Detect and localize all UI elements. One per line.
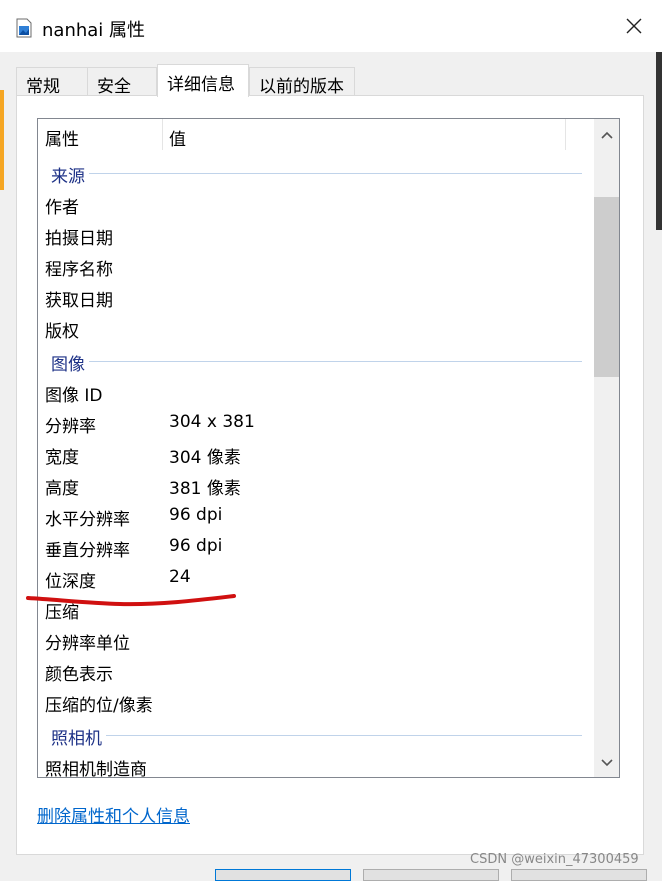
property-value: 381 像素 (169, 479, 241, 499)
tab-previous-versions[interactable]: 以前的版本 (249, 67, 355, 97)
property-name: 照相机制造商 (45, 760, 147, 778)
property-name: 宽度 (45, 448, 79, 468)
ok-button[interactable] (215, 869, 351, 881)
group-header-image[interactable]: 图像 (38, 346, 594, 377)
property-name: 版权 (45, 322, 79, 342)
cancel-button[interactable] (363, 869, 499, 881)
scroll-thumb[interactable] (594, 197, 619, 377)
column-header-value[interactable]: 值 (169, 125, 186, 150)
list-item[interactable]: 高度 381 像素 (38, 470, 594, 501)
title-bar: nanhai 属性 (0, 0, 662, 52)
property-name: 拍摄日期 (45, 229, 113, 249)
group-header-camera[interactable]: 照相机 (38, 720, 594, 751)
window-title: nanhai 属性 (42, 20, 146, 41)
list-item[interactable]: 分辨率单位 (38, 625, 594, 656)
background-window-edge (0, 52, 4, 190)
column-divider[interactable] (565, 119, 566, 150)
property-name: 获取日期 (45, 291, 113, 311)
property-list[interactable]: 属性 值 来源 作者 拍摄日期 程序名称 获取日期 版权 图像 图像 ID 分辨… (37, 118, 620, 778)
group-divider (51, 735, 582, 736)
tab-security[interactable]: 安全 (87, 67, 157, 97)
background-window-edge-right (656, 52, 662, 230)
property-value: 96 dpi (169, 536, 223, 556)
property-name: 作者 (45, 198, 79, 218)
tab-label: 安全 (97, 77, 131, 97)
column-header-property[interactable]: 属性 (45, 125, 79, 150)
property-name: 位深度 (45, 572, 96, 592)
property-value: 304 x 381 (169, 412, 255, 432)
group-divider (51, 173, 582, 174)
list-item[interactable]: 照相机制造商 (38, 751, 594, 778)
property-name: 水平分辨率 (45, 510, 130, 530)
list-item[interactable]: 宽度 304 像素 (38, 439, 594, 470)
apply-button[interactable] (511, 869, 647, 881)
list-item[interactable]: 分辨率 304 x 381 (38, 408, 594, 439)
column-divider[interactable] (162, 119, 163, 150)
property-name: 高度 (45, 479, 79, 499)
property-name: 分辨率 (45, 417, 96, 437)
group-divider (51, 361, 582, 362)
group-label: 照相机 (51, 724, 106, 749)
property-name: 颜色表示 (45, 665, 113, 685)
image-file-icon (16, 18, 32, 38)
list-item[interactable]: 水平分辨率 96 dpi (38, 501, 594, 532)
remove-properties-link[interactable]: 删除属性和个人信息 (37, 802, 190, 827)
watermark: CSDN @weixin_47300459 (470, 852, 639, 867)
list-item[interactable]: 作者 (38, 189, 594, 220)
close-button[interactable] (612, 12, 656, 44)
property-value: 304 像素 (169, 448, 241, 468)
group-label: 图像 (51, 350, 89, 375)
list-header: 属性 值 (38, 119, 594, 150)
chevron-up-icon (600, 125, 614, 144)
chevron-down-icon (600, 753, 614, 772)
list-item[interactable]: 颜色表示 (38, 656, 594, 687)
scroll-down-button[interactable] (594, 747, 619, 777)
property-value: 24 (169, 567, 191, 587)
scroll-up-button[interactable] (594, 119, 619, 149)
group-header-source[interactable]: 来源 (38, 158, 594, 189)
tab-details[interactable]: 详细信息 (157, 64, 249, 97)
list-item[interactable]: 垂直分辨率 96 dpi (38, 532, 594, 563)
list-item[interactable]: 图像 ID (38, 377, 594, 408)
property-name: 压缩的位/像素 (45, 696, 153, 716)
list-item[interactable]: 程序名称 (38, 251, 594, 282)
tab-label: 以前的版本 (259, 77, 344, 97)
property-name: 图像 ID (45, 386, 103, 406)
property-name: 垂直分辨率 (45, 541, 130, 561)
list-item[interactable]: 获取日期 (38, 282, 594, 313)
property-name: 压缩 (45, 603, 79, 623)
close-icon (625, 17, 643, 39)
list-item[interactable]: 版权 (38, 313, 594, 344)
tab-label: 详细信息 (167, 75, 235, 95)
vertical-scrollbar[interactable] (594, 119, 619, 777)
list-item[interactable]: 压缩的位/像素 (38, 687, 594, 718)
group-label: 来源 (51, 162, 89, 187)
property-value: 96 dpi (169, 505, 223, 525)
list-item[interactable]: 位深度 24 (38, 563, 594, 594)
tab-general[interactable]: 常规 (16, 67, 88, 97)
list-item[interactable]: 压缩 (38, 594, 594, 625)
property-name: 程序名称 (45, 260, 113, 280)
tab-label: 常规 (26, 77, 60, 97)
list-item[interactable]: 拍摄日期 (38, 220, 594, 251)
property-name: 分辨率单位 (45, 634, 130, 654)
